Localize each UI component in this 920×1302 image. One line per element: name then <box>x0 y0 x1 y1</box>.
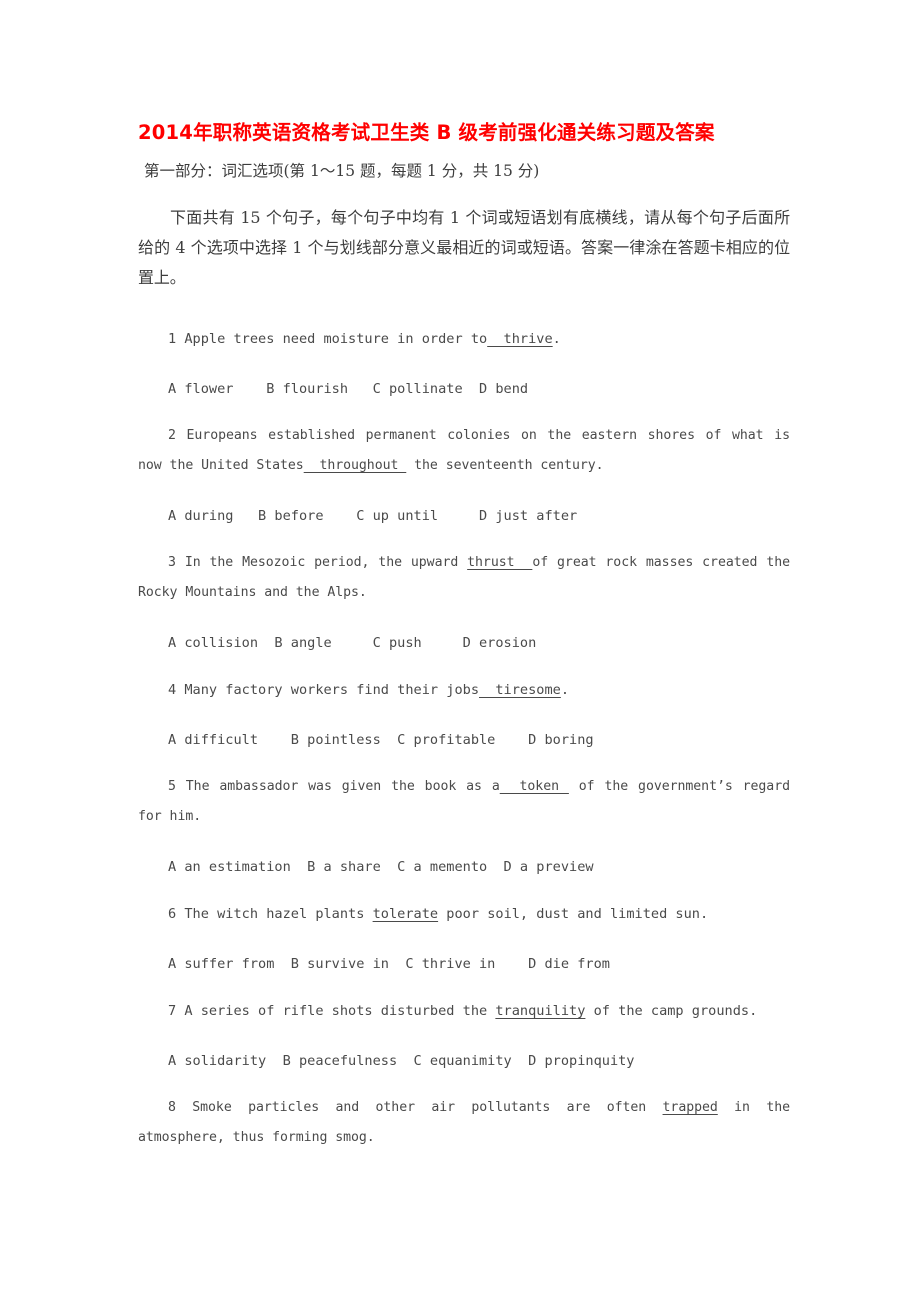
question-stem: 7 A series of rifle shots disturbed the … <box>138 979 790 1026</box>
stem-underlined-word: thrive <box>487 331 553 347</box>
stem-underlined-word: throughout <box>303 458 407 473</box>
stem-text-after: the seventeenth century. <box>406 458 604 473</box>
question-item: 5 The ambassador was given the book as a… <box>138 755 790 882</box>
stem-underlined-word: thrust <box>467 555 533 570</box>
stem-text-before: 5 The ambassador was given the book as a <box>168 779 500 794</box>
question-stem: 3 In the Mesozoic period, the upward thr… <box>138 531 790 608</box>
stem-text-before: 8 Smoke particles and other air pollutan… <box>168 1100 663 1115</box>
stem-underlined-word: tolerate <box>372 906 439 922</box>
question-item: 1 Apple trees need moisture in order to … <box>138 307 790 404</box>
question-item: 8 Smoke particles and other air pollutan… <box>138 1076 790 1153</box>
question-options[interactable]: A solidarity B peacefulness C equanimity… <box>138 1026 790 1076</box>
question-options[interactable]: A flower B flourish C pollinate D bend <box>138 354 790 404</box>
section-heading: 第一部分：词汇选项(第 1～15 题，每题 1 分，共 15 分) <box>144 162 540 180</box>
stem-text-before: 4 Many factory workers find their jobs <box>168 682 479 698</box>
stem-text-after: poor soil, dust and limited sun. <box>438 906 709 922</box>
question-item: 3 In the Mesozoic period, the upward thr… <box>138 531 790 658</box>
stem-underlined-word: tiresome <box>479 682 561 698</box>
stem-text-after: of the camp grounds. <box>585 1003 758 1019</box>
instructions-paragraph: 下面共有 15 个句子，每个句子中均有 1 个词或短语划有底横线，请从每个句子后… <box>138 208 790 287</box>
stem-underlined-word: token <box>499 779 569 794</box>
question-stem: 4 Many factory workers find their jobs t… <box>138 658 790 705</box>
question-stem: 8 Smoke particles and other air pollutan… <box>138 1076 790 1153</box>
stem-underlined-word: tranquility <box>495 1003 586 1019</box>
document-page: 2014年职称英语资格考试卫生类 B 级考前强化通关练习题及答案 第一部分：词汇… <box>0 0 920 1302</box>
stem-text-after: . <box>552 331 561 347</box>
stem-text-before: 3 In the Mesozoic period, the upward <box>168 555 468 570</box>
question-options[interactable]: A an estimation B a share C a memento D … <box>138 832 790 882</box>
page-title: 2014年职称英语资格考试卫生类 B 级考前强化通关练习题及答案 <box>138 121 715 144</box>
question-options[interactable]: A suffer from B survive in C thrive in D… <box>138 929 790 979</box>
question-stem: 5 The ambassador was given the book as a… <box>138 755 790 832</box>
question-item: 6 The witch hazel plants tolerate poor s… <box>138 882 790 979</box>
stem-text-before: 1 Apple trees need moisture in order to <box>168 331 488 347</box>
stem-text-after: . <box>560 682 570 698</box>
stem-text-before: 7 A series of rifle shots disturbed the <box>168 1003 496 1019</box>
question-options[interactable]: A during B before C up until D just afte… <box>138 481 790 531</box>
question-stem: 2 Europeans established permanent coloni… <box>138 404 790 481</box>
stem-underlined-word: trapped <box>662 1100 718 1115</box>
question-options[interactable]: A collision B angle C push D erosion <box>138 608 790 658</box>
stem-text-before: 6 The witch hazel plants <box>168 906 373 922</box>
question-list: 1 Apple trees need moisture in order to … <box>138 293 790 1153</box>
question-item: 7 A series of rifle shots disturbed the … <box>138 979 790 1076</box>
question-stem: 1 Apple trees need moisture in order to … <box>138 307 790 354</box>
question-stem: 6 The witch hazel plants tolerate poor s… <box>138 882 790 929</box>
question-item: 4 Many factory workers find their jobs t… <box>138 658 790 755</box>
question-options[interactable]: A difficult B pointless C profitable D b… <box>138 705 790 755</box>
question-item: 2 Europeans established permanent coloni… <box>138 404 790 531</box>
